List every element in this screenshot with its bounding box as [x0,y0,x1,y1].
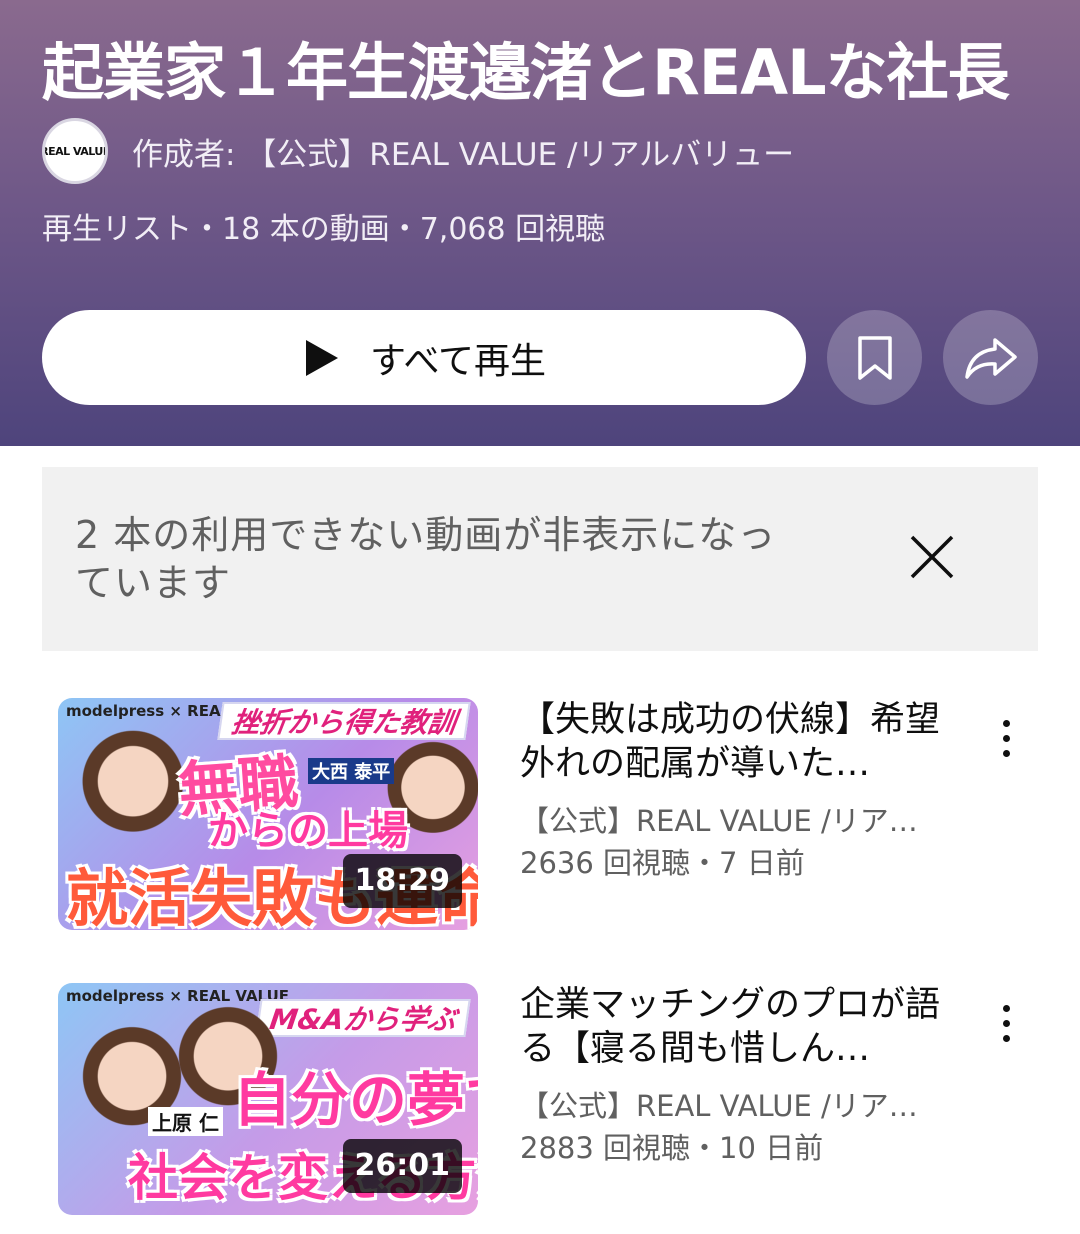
play-all-label: すべて再生 [369,340,547,382]
playlist-meta: 再生リスト・18 本の動画・7,068 回視聴 [42,212,606,247]
playlist-header: 起業家１年生渡邉渚とREALな社長 REAL VALUE 作成者: 【公式】RE… [0,0,1080,446]
video-thumbnail[interactable]: modelpress × REAL VALUE M&Aから学ぶ 上原 仁 自分の… [58,983,478,1215]
video-stats: 2883 回視聴・10 日前 [520,1131,824,1165]
share-icon [964,337,1017,379]
video-item[interactable]: modelpress × REAL VALUE M&Aから学ぶ 上原 仁 自分の… [0,983,1080,1223]
hidden-videos-notice: 2 本の利用できない動画が非表示になっています [42,467,1038,651]
thumbnail-person-label: 上原 仁 [148,1107,223,1136]
video-duration: 18:29 [342,854,462,908]
notice-text: 2 本の利用できない動画が非表示になっています [75,513,777,605]
video-thumbnail[interactable]: modelpress × REAL VALUE 挫折から得た教訓 大西 泰平 無… [58,698,478,930]
close-icon[interactable] [904,529,960,585]
thumbnail-tag: 挫折から得た教訓 [217,702,471,740]
play-all-button[interactable]: すべて再生 [42,310,806,405]
video-stats: 2636 回視聴・7 日前 [520,846,805,880]
video-duration: 26:01 [342,1139,462,1193]
video-channel: 【公式】REAL VALUE /リア… [520,804,918,838]
creator-row[interactable]: REAL VALUE 作成者: 【公式】REAL VALUE /リアルバリュー [42,118,794,184]
more-options-icon[interactable] [986,708,1026,768]
creator-label[interactable]: 作成者: 【公式】REAL VALUE /リアルバリュー [132,129,794,174]
video-title[interactable]: 企業マッチングのプロが語る【寝る間も惜しん… [520,983,940,1071]
save-playlist-button[interactable] [827,310,922,405]
play-icon [305,339,338,376]
share-button[interactable] [943,310,1038,405]
video-item[interactable]: modelpress × REAL VALUE 挫折から得た教訓 大西 泰平 無… [0,698,1080,938]
playlist-title: 起業家１年生渡邉渚とREALな社長 [42,36,1010,109]
thumbnail-text-1: 自分の夢で [233,1066,478,1134]
thumbnail-tag: M&Aから学ぶ [255,999,471,1037]
thumbnail-brand: modelpress × REAL VALUE [66,987,290,1005]
thumbnail-person-label: 大西 泰平 [308,758,395,784]
video-channel: 【公式】REAL VALUE /リア… [520,1089,918,1123]
channel-avatar[interactable]: REAL VALUE [42,118,108,184]
bookmark-icon [857,335,892,380]
more-options-icon[interactable] [986,993,1026,1053]
video-title[interactable]: 【失敗は成功の伏線】希望外れの配属が導いた… [520,698,940,786]
